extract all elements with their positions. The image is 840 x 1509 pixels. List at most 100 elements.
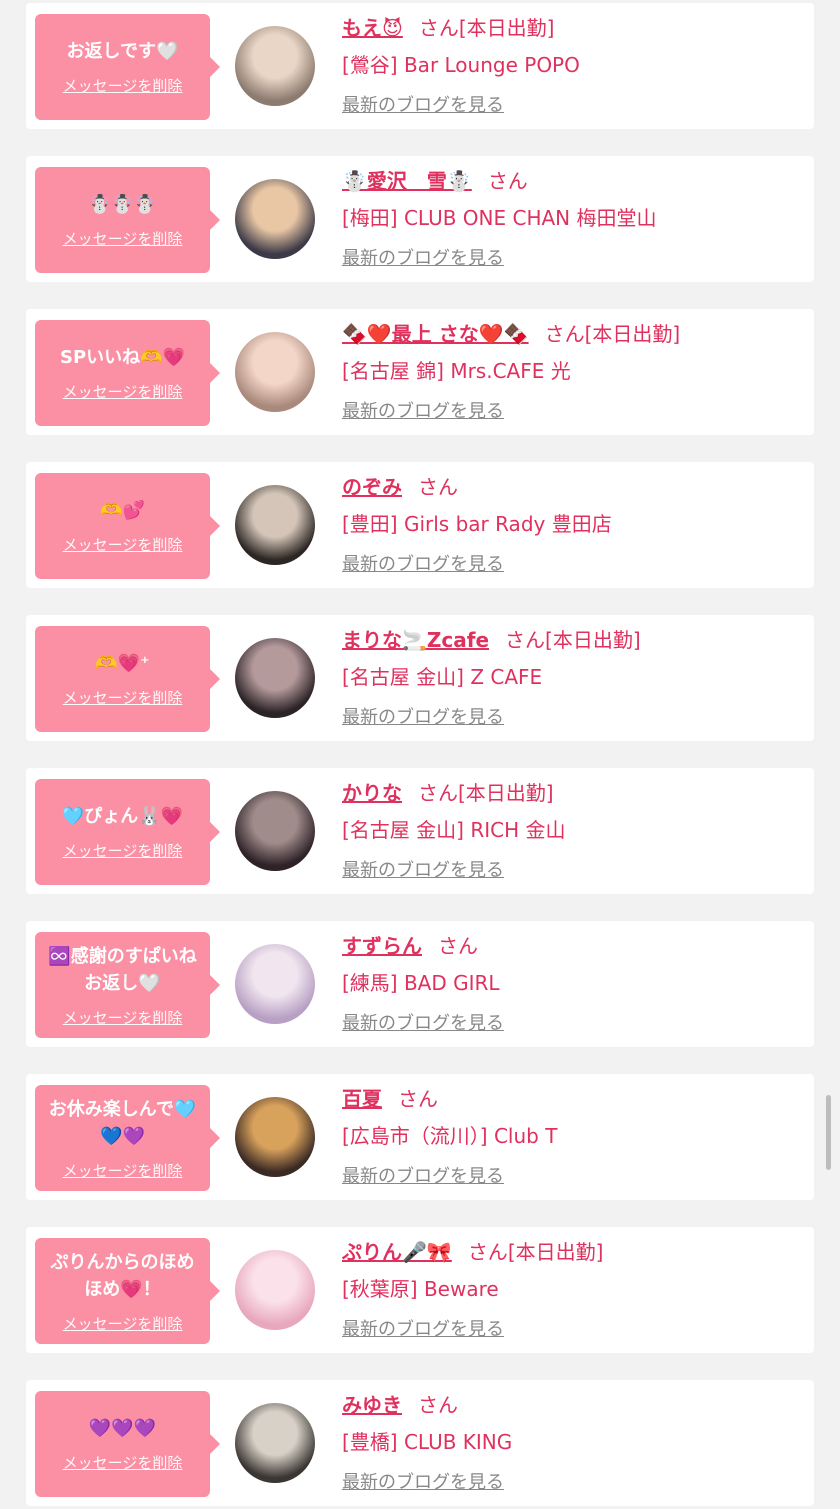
today-badge: [本日出勤] (458, 16, 555, 40)
shop-name: [豊橋] CLUB KING (342, 1430, 513, 1454)
message-bubble: 🫶💗⁺ メッセージを削除 (35, 626, 220, 732)
shop-name: [広島市（流川）] Club T (342, 1124, 558, 1148)
avatar[interactable] (235, 1250, 315, 1330)
honorific: さん (544, 322, 585, 346)
delete-message-link[interactable]: メッセージを削除 (63, 228, 183, 249)
shop-name: [豊田] Girls bar Rady 豊田店 (342, 512, 612, 536)
cast-name-link[interactable]: ☃️愛沢＿雪☃️ (342, 169, 472, 193)
delete-message-link[interactable]: メッセージを削除 (63, 840, 183, 861)
cast-name-link[interactable]: もえ😈 (342, 16, 403, 40)
cast-name-link[interactable]: みゆき (342, 1393, 402, 1417)
message-text: 🫶💕 (100, 500, 145, 521)
message-bubble: ☃️☃️☃️ メッセージを削除 (35, 167, 220, 273)
message-card: 🫶💕 メッセージを削除 のぞみ さん [豊田] Girls bar Rady 豊田… (26, 462, 814, 588)
avatar[interactable] (235, 638, 315, 718)
message-card: ぷりんからのほめ ほめ💗！ メッセージを削除 ぷりん🎤🎀 さん[本日出勤] [秋葉… (26, 1227, 814, 1353)
message-card: お休み楽しんで🩵 💙💜 メッセージを削除 百夏 さん [広島市（流川）] Club… (26, 1074, 814, 1200)
message-card: 🫶💗⁺ メッセージを削除 まりな🚬Zcafe さん[本日出勤] [名古屋 金山] … (26, 615, 814, 741)
name-line: もえ😈 さん[本日出勤] (342, 13, 554, 43)
message-text: お休み楽しんで🩵 💙💜 (48, 1098, 197, 1147)
shop-name: [練馬] BAD GIRL (342, 971, 500, 995)
delete-message-link[interactable]: メッセージを削除 (63, 1313, 183, 1334)
shop-name: [梅田] CLUB ONE CHAN 梅田堂山 (342, 206, 657, 230)
shop-name: [名古屋 錦] Mrs.CAFE 光 (342, 359, 571, 383)
delete-message-link[interactable]: メッセージを削除 (63, 1452, 183, 1473)
latest-blog-link[interactable]: 最新のブログを見る (342, 1011, 504, 1037)
cast-name-link[interactable]: のぞみ (342, 475, 402, 499)
message-bubble: SPいいね🫶💗 メッセージを削除 (35, 320, 220, 426)
message-bubble: 🫶💕 メッセージを削除 (35, 473, 220, 579)
honorific: さん (418, 781, 458, 805)
delete-message-link[interactable]: メッセージを削除 (63, 534, 183, 555)
message-text: 💜💜💜 (88, 1418, 157, 1439)
latest-blog-link[interactable]: 最新のブログを見る (342, 399, 504, 425)
avatar[interactable] (235, 332, 315, 412)
latest-blog-link[interactable]: 最新のブログを見る (342, 552, 504, 578)
name-line: かりな さん[本日出勤] (342, 778, 554, 808)
cast-name-link[interactable]: すずらん (342, 934, 422, 958)
message-card: ☃️☃️☃️ メッセージを削除 ☃️愛沢＿雪☃️ さん [梅田] CLUB ONE… (26, 156, 814, 282)
message-text: 🩵ぴょん🐰💗 (61, 806, 184, 827)
message-card: 💜💜💜 メッセージを削除 みゆき さん [豊橋] CLUB KING 最新のブログ… (26, 1380, 814, 1506)
message-text: お返しです🤍 (66, 41, 179, 62)
honorific: さん (418, 1393, 458, 1417)
message-text: ぷりんからのほめ ほめ💗！ (50, 1251, 195, 1300)
message-bubble: ぷりんからのほめ ほめ💗！ メッセージを削除 (35, 1238, 220, 1344)
message-bubble: お休み楽しんで🩵 💙💜 メッセージを削除 (35, 1085, 220, 1191)
today-badge: [本日出勤] (458, 781, 554, 805)
avatar[interactable] (235, 791, 315, 871)
delete-message-link[interactable]: メッセージを削除 (63, 75, 183, 96)
message-bubble: 🩵ぴょん🐰💗 メッセージを削除 (35, 779, 220, 885)
avatar[interactable] (235, 26, 315, 106)
avatar[interactable] (235, 1403, 315, 1483)
avatar[interactable] (235, 179, 315, 259)
cast-name-link[interactable]: 🍫❤️最上 さな❤️🍫 (342, 322, 529, 346)
name-line: ☃️愛沢＿雪☃️ さん (342, 166, 528, 196)
name-line: みゆき さん (342, 1390, 458, 1420)
today-badge: [本日出勤] (545, 628, 641, 652)
cast-name-link[interactable]: かりな (342, 781, 402, 805)
message-card: 🩵ぴょん🐰💗 メッセージを削除 かりな さん[本日出勤] [名古屋 金山] RIC… (26, 768, 814, 894)
scrollbar[interactable] (826, 1095, 831, 1170)
shop-name: [名古屋 金山] Z CAFE (342, 665, 543, 689)
avatar[interactable] (235, 485, 315, 565)
delete-message-link[interactable]: メッセージを削除 (63, 687, 183, 708)
avatar[interactable] (235, 1097, 315, 1177)
honorific: さん (418, 475, 458, 499)
message-bubble: 💜💜💜 メッセージを削除 (35, 1391, 220, 1497)
latest-blog-link[interactable]: 最新のブログを見る (342, 1317, 504, 1343)
message-bubble: ♾️感謝のすぱいね お返し🤍 メッセージを削除 (35, 932, 220, 1038)
name-line: ぷりん🎤🎀 さん[本日出勤] (342, 1237, 603, 1267)
latest-blog-link[interactable]: 最新のブログを見る (342, 858, 504, 884)
avatar[interactable] (235, 944, 315, 1024)
latest-blog-link[interactable]: 最新のブログを見る (342, 1470, 504, 1496)
message-text: SPいいね🫶💗 (60, 347, 185, 368)
name-line: 🍫❤️最上 さな❤️🍫 さん[本日出勤] (342, 319, 680, 349)
shop-name: [鶯谷] Bar Lounge POPO (342, 53, 580, 77)
message-card: ♾️感謝のすぱいね お返し🤍 メッセージを削除 すずらん さん [練馬] BAD … (26, 921, 814, 1047)
delete-message-link[interactable]: メッセージを削除 (63, 1160, 183, 1181)
name-line: すずらん さん (342, 931, 478, 961)
delete-message-link[interactable]: メッセージを削除 (63, 381, 183, 402)
latest-blog-link[interactable]: 最新のブログを見る (342, 246, 504, 272)
message-card: お返しです🤍 メッセージを削除 もえ😈 さん[本日出勤] [鶯谷] Bar Lou… (26, 3, 814, 129)
shop-name: [名古屋 金山] RICH 金山 (342, 818, 566, 842)
name-line: のぞみ さん (342, 472, 458, 502)
latest-blog-link[interactable]: 最新のブログを見る (342, 705, 504, 731)
latest-blog-link[interactable]: 最新のブログを見る (342, 93, 504, 119)
cast-name-link[interactable]: ぷりん🎤🎀 (342, 1240, 452, 1264)
honorific: さん (398, 1087, 438, 1111)
delete-message-link[interactable]: メッセージを削除 (63, 1007, 183, 1028)
name-line: まりな🚬Zcafe さん[本日出勤] (342, 625, 641, 655)
latest-blog-link[interactable]: 最新のブログを見る (342, 1164, 504, 1190)
honorific: さん (438, 934, 478, 958)
honorific: さん (487, 169, 528, 193)
cast-name-link[interactable]: 百夏 (342, 1087, 382, 1111)
today-badge: [本日出勤] (507, 1240, 604, 1264)
honorific: さん (505, 628, 546, 652)
name-line: 百夏 さん (342, 1084, 438, 1114)
cast-name-link[interactable]: まりな🚬Zcafe (342, 628, 489, 652)
message-card: SPいいね🫶💗 メッセージを削除 🍫❤️最上 さな❤️🍫 さん[本日出勤] [名古… (26, 309, 814, 435)
shop-name: [秋葉原] Beware (342, 1277, 499, 1301)
message-bubble: お返しです🤍 メッセージを削除 (35, 14, 220, 120)
